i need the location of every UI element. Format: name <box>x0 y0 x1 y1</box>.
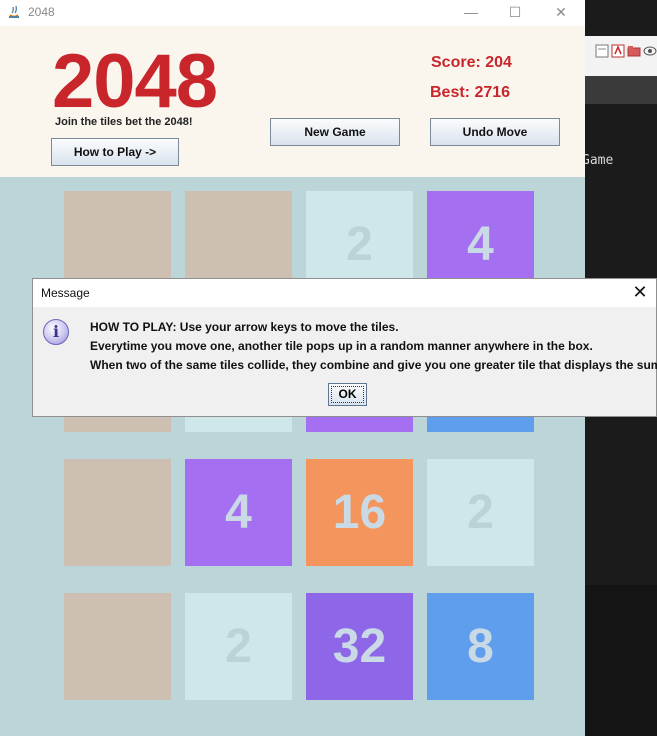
tagline: Join the tiles bet the 2048! <box>55 116 193 128</box>
dialog-titlebar[interactable]: Message ✕ <box>33 279 656 307</box>
game-header: 2048 Join the tiles bet the 2048! Score:… <box>0 26 585 177</box>
board-tile <box>64 593 171 700</box>
info-icon: i <box>43 319 69 345</box>
board-tile <box>64 459 171 566</box>
window-title: 2048 <box>28 5 55 19</box>
maximize-button[interactable]: ☐ <box>500 2 530 24</box>
board-tile: 2 <box>185 593 292 700</box>
java-icon <box>9 5 19 18</box>
board-tile: 8 <box>427 593 534 700</box>
toolbar-pdf-icon[interactable] <box>611 44 625 58</box>
message-dialog: Message ✕ i HOW TO PLAY: Use your arrow … <box>32 278 657 417</box>
dialog-title: Message <box>41 286 90 300</box>
board-tile: 2 <box>427 459 534 566</box>
window-titlebar[interactable]: 2048 — ☐ ✕ <box>0 0 585 26</box>
board-tile: 32 <box>306 593 413 700</box>
close-window-button[interactable]: ✕ <box>546 2 576 24</box>
dialog-line-3: When two of the same tiles collide, they… <box>90 358 657 372</box>
background-toolbar <box>585 36 657 77</box>
toolbar-page-icon[interactable] <box>595 44 609 58</box>
best-score-label: Best: 2716 <box>430 84 511 101</box>
dialog-close-button[interactable]: ✕ <box>630 282 650 303</box>
background-panel <box>585 585 657 736</box>
toolbar-folder-icon[interactable] <box>627 44 641 58</box>
console-text: Game <box>582 153 614 168</box>
board-tile: 16 <box>306 459 413 566</box>
undo-move-button[interactable]: Undo Move <box>430 118 560 146</box>
new-game-button[interactable]: New Game <box>270 118 400 146</box>
game-board: 2 4 4 16 2 2 32 8 <box>0 177 585 736</box>
dialog-line-2: Everytime you move one, another tile pop… <box>90 339 593 353</box>
ok-button[interactable]: OK <box>328 383 367 406</box>
minimize-button[interactable]: — <box>456 2 486 24</box>
score-label: Score: 204 <box>431 54 512 71</box>
game-logo: 2048 <box>52 39 218 124</box>
board-tile: 4 <box>185 459 292 566</box>
dialog-line-1: HOW TO PLAY: Use your arrow keys to move… <box>90 320 399 334</box>
toolbar-view-icon[interactable] <box>643 44 657 58</box>
background-tabbar <box>585 76 657 104</box>
how-to-play-button[interactable]: How to Play -> <box>51 138 179 166</box>
